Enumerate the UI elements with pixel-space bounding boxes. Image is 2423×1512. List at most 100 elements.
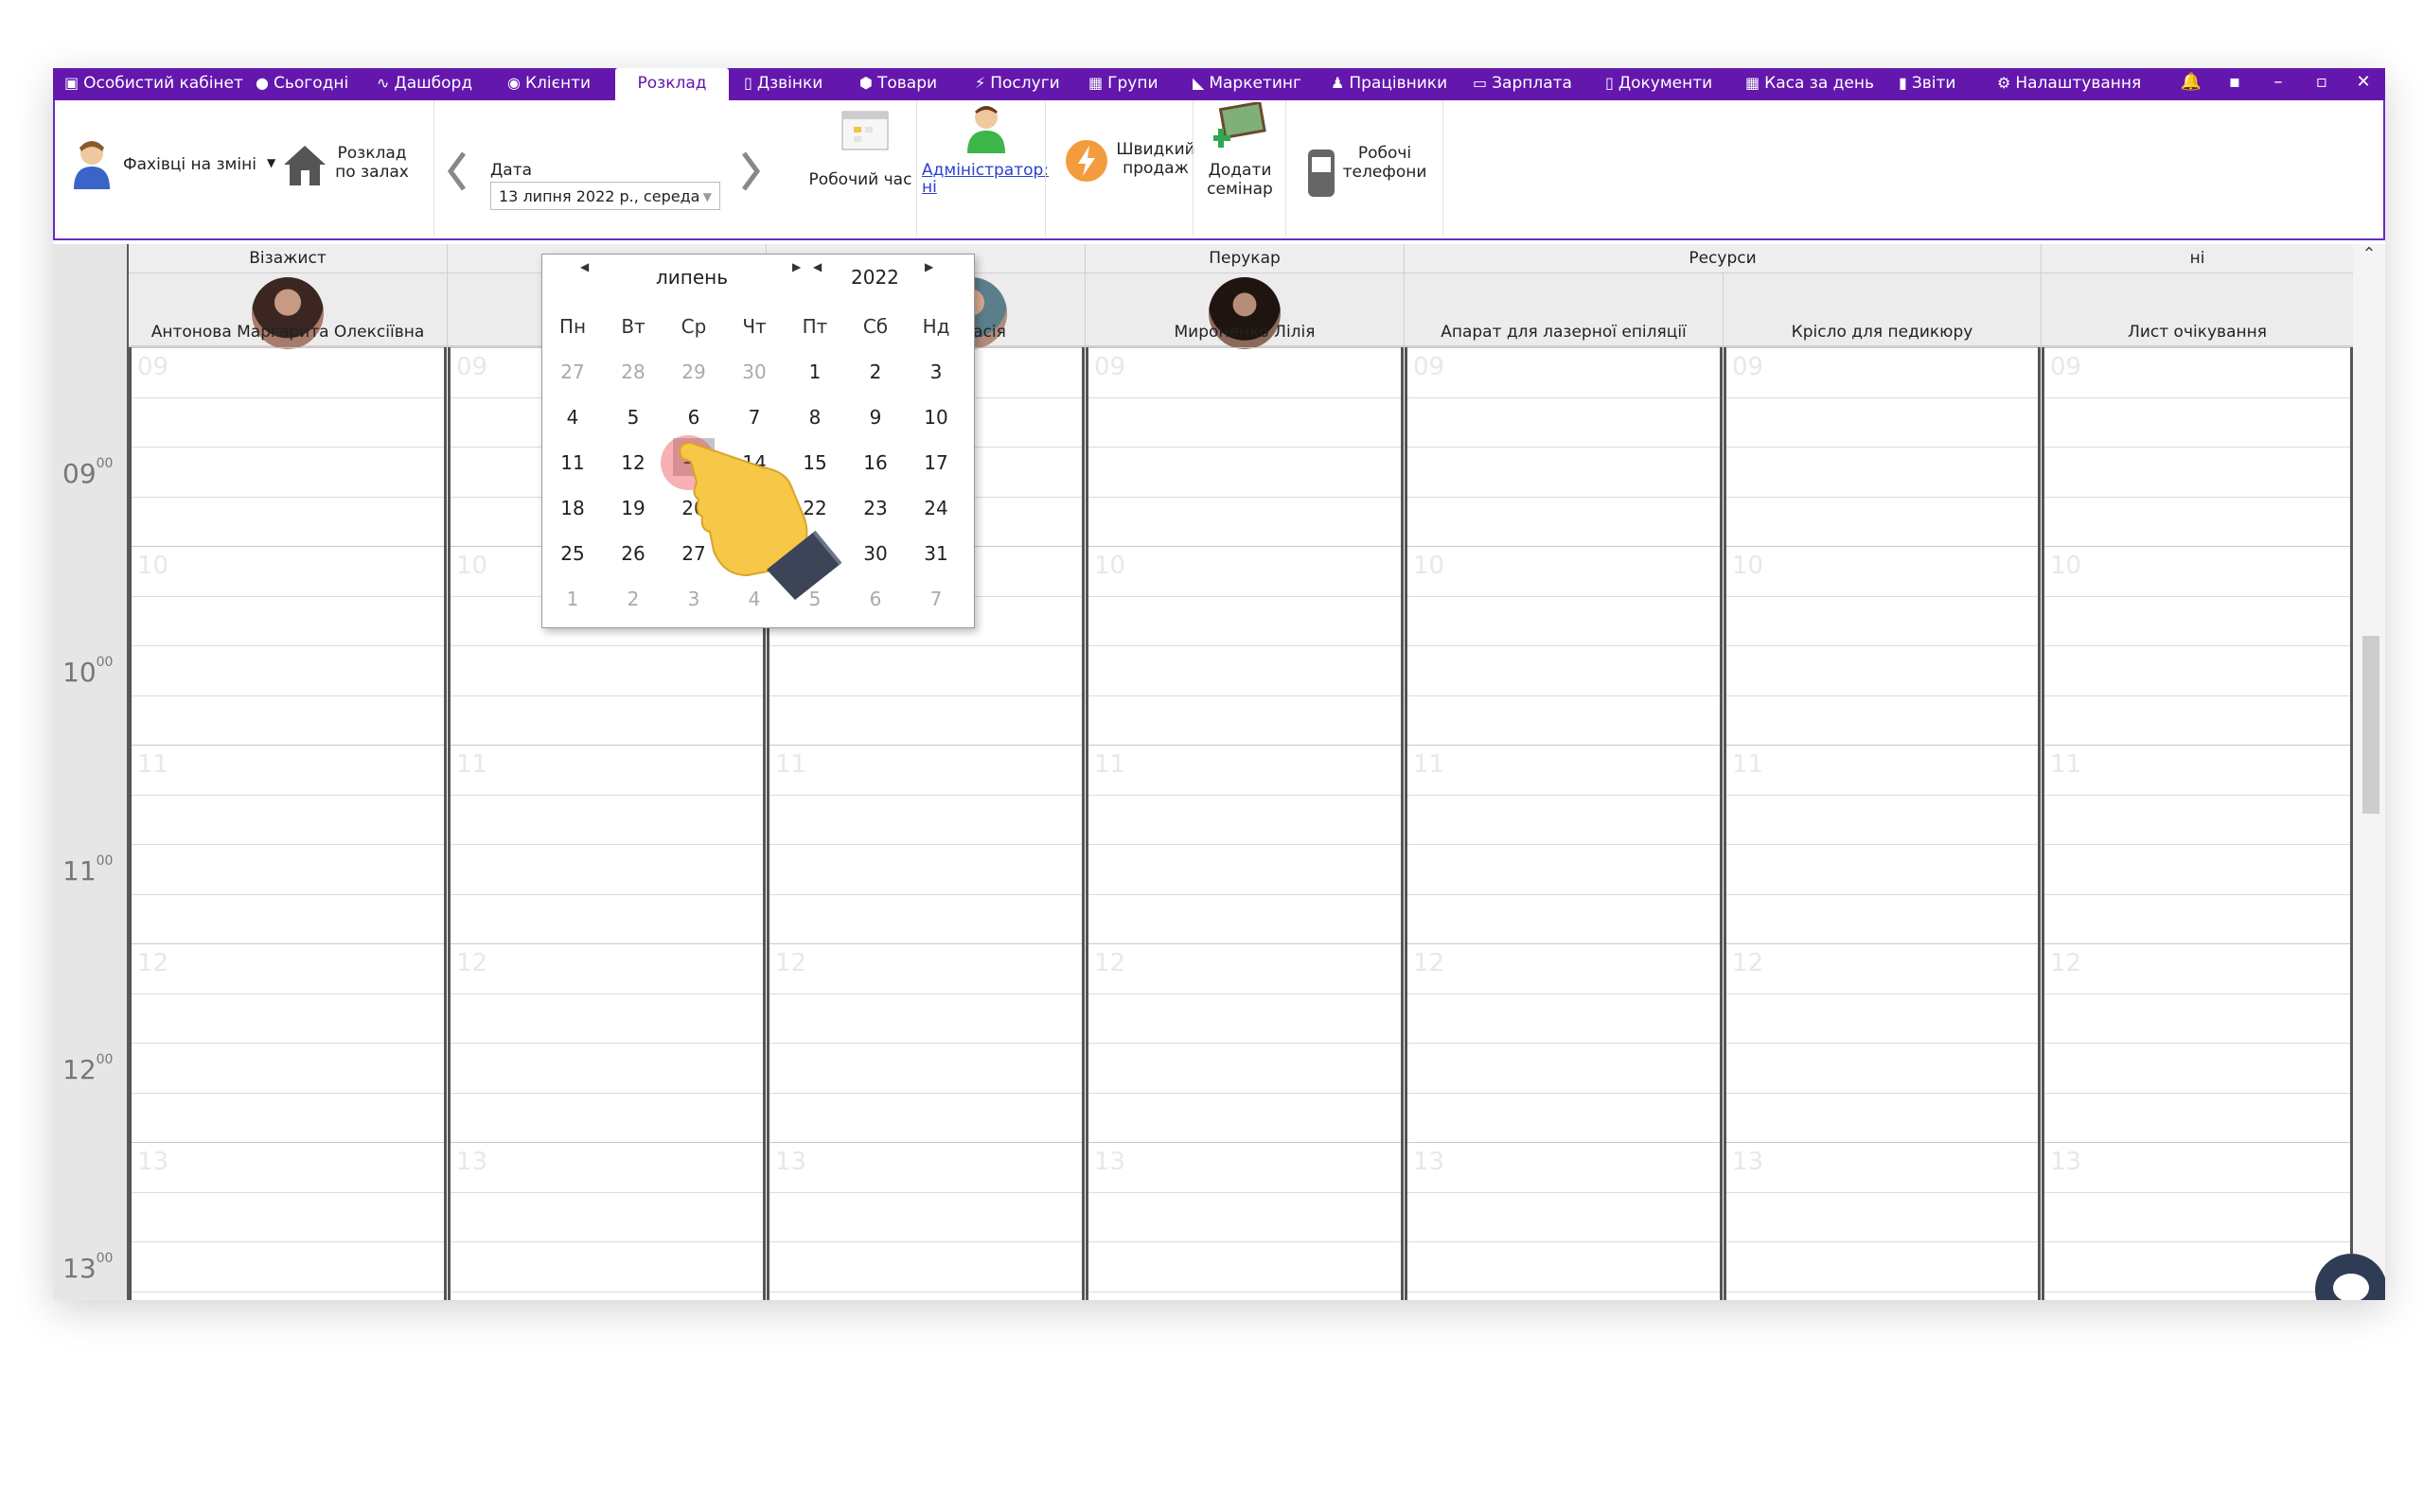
staff-header[interactable]: Мироненко Лілія [1086,273,1405,349]
time-slot-line [2044,993,2350,994]
calendar-day[interactable]: 5 [612,406,654,429]
calendar-day[interactable]: 18 [552,497,593,519]
pin-icon[interactable]: ▪ [2220,68,2249,100]
calendar-day[interactable]: 8 [794,406,836,429]
nav-marketing[interactable]: ◣ Маркетинг [1193,68,1301,100]
next-month-icon[interactable]: ▶ [792,260,801,273]
calendar-day[interactable]: 17 [915,451,957,474]
calendar-day[interactable]: 2 [855,360,896,383]
close-icon[interactable]: ✕ [2349,68,2378,100]
time-slot-line [2044,1241,2350,1242]
calendar-day[interactable]: 29 [673,360,715,383]
prev-month-icon[interactable]: ◀ [580,260,589,273]
time-slot-line [1726,1043,2038,1044]
staff-column[interactable]: 09 10 11 12 13 [129,347,447,1300]
calendar-day[interactable]: 2 [612,588,654,610]
calendar-day[interactable]: 26 [612,542,654,565]
calendar-day[interactable]: 10 [915,406,957,429]
calendar-day[interactable]: 7 [915,588,957,610]
calendar-day[interactable]: 30 [734,360,775,383]
ghost-hour-label: 11 [1094,750,1126,779]
group-header: ні [2042,244,2354,273]
calendar-day[interactable]: 1 [794,360,836,383]
hour-value: 09 [62,458,97,489]
staff-column[interactable]: 09 10 11 12 13 [1405,347,1723,1300]
ribbon-separator [1285,100,1286,237]
calendar-day[interactable]: 6 [673,406,715,429]
nav-clients[interactable]: ◉ Клієнти [507,68,591,100]
scrollbar-thumb[interactable] [2362,636,2379,814]
staff-name: Мироненко Лілія [1174,323,1316,342]
staff-column[interactable]: 09 10 11 12 13 [2042,347,2353,1300]
calendar-day[interactable]: 11 [552,451,593,474]
time-slot-line [132,347,444,348]
calendar-day[interactable]: 25 [552,542,593,565]
time-slot-line [1088,1191,1401,1193]
specialists-button[interactable]: Фахівці на зміні ▼ [70,138,278,195]
time-slot-line [1088,993,1401,994]
nav-employees[interactable]: ♟ Працівники [1331,68,1447,100]
date-picker-input[interactable]: 13 липня 2022 р., середа ▼ [490,182,720,210]
work-phones-button[interactable]: Робочі телефони [1302,144,1492,204]
calendar-day[interactable]: 31 [915,542,957,565]
maximize-icon[interactable]: ▫ [2308,68,2336,100]
staff-header[interactable]: Лист очікування [2042,273,2354,345]
nav-reports[interactable]: ▮ Звіти [1899,68,1955,100]
prev-year-icon[interactable]: ◀ [813,260,822,273]
time-slot-line [1726,1191,2038,1193]
add-seminar-button[interactable]: Додати семінар [1194,102,1285,208]
person-icon [74,141,110,189]
time-slot-line [1088,694,1401,696]
time-slot-line [1407,893,1720,895]
admin-user-icon [967,106,1005,153]
administrator-link[interactable]: Адміністратор: [922,161,1049,180]
nav-documents[interactable]: ▯ Документи [1605,68,1712,100]
staff-header[interactable]: Апарат для лазерної епіляції [1405,273,1724,345]
next-year-icon[interactable]: ▶ [925,260,933,273]
nav-dashboard[interactable]: ∿ Дашборд [377,68,472,100]
bell-icon[interactable]: 🔔 [2177,68,2205,100]
nav-label: Звіти [1911,74,1956,93]
prev-day-button[interactable] [439,148,473,195]
staff-header[interactable]: Антонова Маргарита Олексіївна [129,273,448,349]
caret-down-icon[interactable]: ▼ [703,183,712,211]
nav-personal-cabinet[interactable]: ▣ Особистий кабінет [64,68,243,100]
nav-today[interactable]: ● Сьогодні [256,68,348,100]
ghost-hour-label: 09 [2050,353,2082,381]
time-slot-line [451,1092,763,1094]
box-icon: ⬢ [859,74,873,92]
calendar-day[interactable]: 7 [734,406,775,429]
time-slot-line [1407,1191,1720,1193]
work-time-button[interactable]: Робочий час [803,106,918,210]
nav-services[interactable]: ⚡ Послуги [975,68,1060,100]
minimize-icon[interactable]: – [2264,68,2292,100]
scroll-up-icon[interactable]: ⌃ [2353,244,2385,264]
ghost-hour-label: 12 [775,949,807,977]
nav-salary[interactable]: ▭ Зарплата [1473,68,1572,100]
time-slot-line [1726,893,2038,895]
calendar-day[interactable]: 24 [915,497,957,519]
calendar-day[interactable]: 28 [612,360,654,383]
staff-column[interactable]: 09 10 11 12 13 [1086,347,1404,1300]
vertical-scrollbar[interactable]: ⌃ ⌄ [2353,244,2385,1300]
calendar-day[interactable]: 27 [552,360,593,383]
next-day-button[interactable] [734,148,769,195]
administrator-value-link[interactable]: ні [922,178,937,197]
staff-column[interactable]: 09 10 11 12 13 [1724,347,2041,1300]
nav-cashdesk[interactable]: ▦ Каса за день [1745,68,1874,100]
calendar-day[interactable]: 3 [915,360,957,383]
calendar-day[interactable]: 1 [552,588,593,610]
calendar-day[interactable]: 19 [612,497,654,519]
nav-calls[interactable]: ▯ Дзвінки [744,68,822,100]
rooms-schedule-button[interactable]: Розклад по залах [280,142,413,195]
nav-groups[interactable]: ▦ Групи [1088,68,1158,100]
nav-goods[interactable]: ⬢ Товари [859,68,937,100]
nav-settings[interactable]: ⚙ Налаштування [1997,68,2141,100]
time-slot-line [1726,1142,2038,1143]
calendar-day[interactable]: 4 [552,406,593,429]
time-slot-line [1726,794,2038,796]
staff-header[interactable]: Крісло для педикюру [1724,273,2042,345]
calendar-day[interactable]: 12 [612,451,654,474]
nav-schedule[interactable]: Розклад [615,68,729,100]
calendar-day[interactable]: 9 [855,406,896,429]
